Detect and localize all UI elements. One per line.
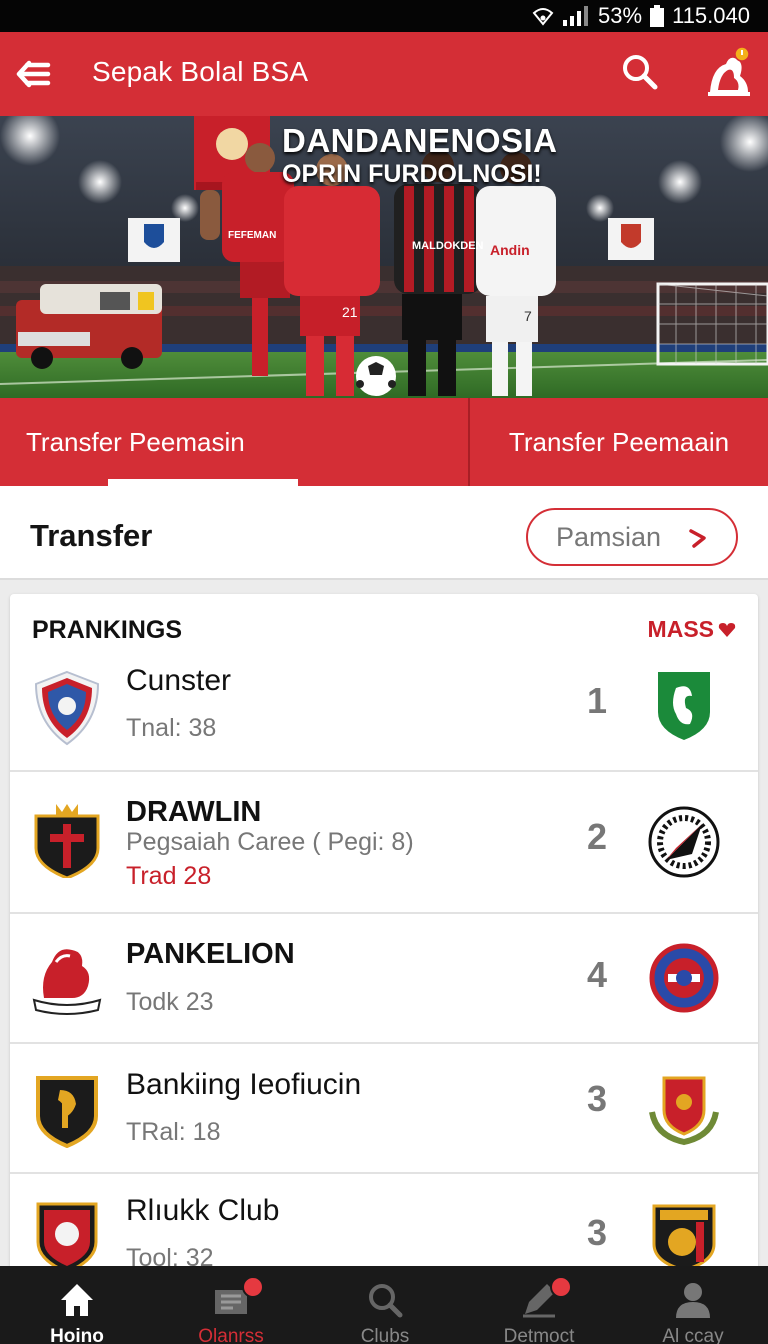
profile-avatar-icon[interactable] (704, 46, 754, 100)
section-header: Transfer Pamsian (0, 486, 768, 580)
battery-percent: 53% (598, 3, 643, 28)
club-name: Cunster (126, 664, 232, 697)
black-gold-badge-icon (652, 1204, 716, 1272)
tab-transfer-peemaain[interactable]: Transfer Peemaain (470, 398, 768, 486)
club-rank: 1 (586, 680, 608, 721)
pamsian-button[interactable]: Pamsian (526, 508, 738, 566)
rankings-filter-label: MASS (647, 616, 714, 642)
ranking-row[interactable]: Bankiing Ieofiucin TRal: 18 3 (10, 1042, 758, 1174)
active-tab-indicator (108, 479, 298, 486)
club-crest-icon (34, 670, 100, 746)
bottom-navigation: Hoino Olanrss Clubs Detmoct Al ccay (0, 1266, 768, 1344)
tab-bar: Transfer Peemasin Transfer Peemaain (0, 398, 768, 486)
jersey-number-2: 7 (524, 308, 532, 324)
jersey-text-2: MALDOKDEN (412, 240, 484, 252)
search-icon[interactable] (620, 52, 660, 92)
nav-label: Al ccay (662, 1326, 724, 1344)
nav-detmoct[interactable]: Detmoct (462, 1266, 616, 1344)
app-bar: Sepak Bolal BSA (0, 32, 768, 116)
wifi-icon (532, 8, 554, 26)
heart-chevron-icon (718, 622, 736, 637)
nav-account[interactable]: Al ccay (616, 1266, 768, 1344)
club-name: Rlıukk Club (126, 1194, 280, 1227)
ranking-row[interactable]: DRAWLIN Pegsaiah Caree ( Pegi: 8) Trad 2… (10, 770, 758, 914)
section-title: Transfer (30, 518, 153, 553)
rankings-filter[interactable]: MASS (648, 616, 736, 643)
jersey-text-3: Andin (490, 242, 530, 258)
club-rank: 2 (586, 816, 608, 857)
nav-label: Olanrss (198, 1326, 264, 1344)
green-shield-badge-icon (658, 672, 710, 740)
app-title: Sepak Bolal BSA (92, 56, 309, 87)
hero-banner[interactable]: FEFEMAN MALDOKDEN Andin 21 7 DANDANENOSI… (0, 116, 768, 398)
home-icon (61, 1284, 93, 1316)
rankings-card: PRANKINGS MASS Cunster Tnal: 38 1 DRAWLI… (10, 594, 758, 1294)
search-icon (369, 1284, 403, 1318)
nav-news[interactable]: Olanrss (154, 1266, 308, 1344)
notification-badge (242, 1276, 264, 1298)
hero-subtitle: OPRIN FURDOLNOSI! (282, 160, 542, 188)
club-stat: Todk 23 (126, 988, 214, 1016)
notification-badge (550, 1276, 572, 1298)
signal-icon (563, 6, 589, 26)
back-arrow-icon[interactable] (14, 54, 54, 94)
clock: 115.040 (672, 3, 750, 28)
club-stat: TRal: 18 (126, 1118, 221, 1146)
rankings-title: PRANKINGS (32, 616, 183, 644)
nav-label: Hoino (50, 1326, 104, 1344)
laurel-shield-badge-icon (649, 1076, 719, 1146)
pamsian-button-label: Pamsian (556, 521, 662, 552)
nav-clubs[interactable]: Clubs (308, 1266, 462, 1344)
ranking-row[interactable]: PANKELION Todk 23 4 (10, 912, 758, 1044)
ranking-row[interactable]: Cunster Tnal: 38 1 (10, 648, 758, 772)
battery-icon (650, 5, 665, 27)
club-rank: 4 (586, 954, 608, 995)
status-bar: 53% 115.040 (0, 0, 768, 32)
jersey-number-1: 21 (342, 304, 358, 320)
red-shield-icon (36, 1202, 98, 1274)
nav-label: Detmoct (503, 1326, 575, 1344)
black-shield-crown-icon (34, 804, 100, 878)
club-name: DRAWLIN (126, 796, 262, 828)
horse-crest-icon (32, 949, 102, 1015)
app-screen: 53% 115.040 Sepak Bolal BSA FEFEMAN MALD… (0, 0, 768, 1344)
profile-icon (676, 1283, 710, 1318)
nav-label: Clubs (360, 1326, 410, 1344)
club-name: PANKELION (126, 938, 295, 970)
chevron-right-icon (689, 529, 706, 548)
club-rank: 3 (586, 1078, 608, 1119)
round-badge-icon (648, 806, 720, 878)
club-name: Bankiing Ieofiucin (126, 1068, 362, 1101)
blue-roundel-badge-icon (649, 943, 719, 1013)
club-stat: Trad 28 (126, 862, 212, 890)
nav-home[interactable]: Hoino (0, 1266, 154, 1344)
club-rank: 3 (586, 1212, 608, 1253)
club-detail: Pegsaiah Caree ( Pegi: 8) (126, 828, 414, 856)
hero-title: DANDANENOSIA (282, 122, 558, 159)
jersey-text-1: FEFEMAN (228, 230, 277, 241)
tab-transfer-peemasin[interactable]: Transfer Peemasin (0, 398, 469, 486)
club-stat: Tnal: 38 (126, 714, 217, 742)
gold-shield-icon (36, 1076, 98, 1148)
